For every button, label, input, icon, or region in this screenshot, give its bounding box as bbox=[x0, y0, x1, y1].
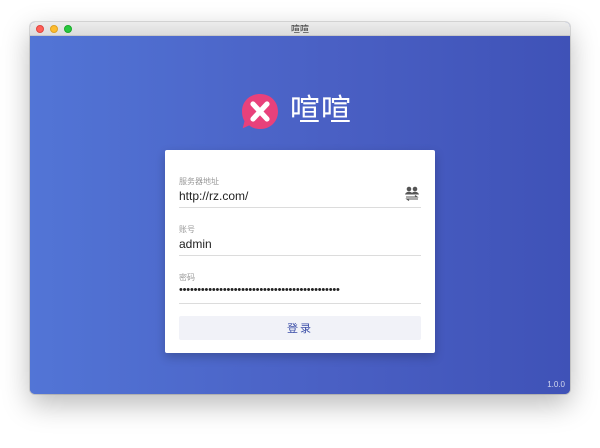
password-label: 密码 bbox=[179, 273, 195, 282]
server-address-field[interactable]: 服务器地址 http://rz.com/ bbox=[179, 176, 421, 208]
version-label: 1.0.0 bbox=[547, 380, 565, 389]
account-field[interactable]: 账号 admin bbox=[179, 224, 421, 256]
password-input[interactable]: ••••••••••••••••••••••••••••••••••••••••… bbox=[179, 284, 340, 296]
login-card: 服务器地址 http://rz.com/ 账号 admin 密码 •••••••… bbox=[165, 150, 435, 353]
login-screen: 喧喧 服务器地址 http://rz.com/ 账号 admin 密码 ••••… bbox=[30, 36, 570, 394]
title-bar[interactable]: 喧喧 bbox=[30, 22, 570, 36]
password-field[interactable]: 密码 •••••••••••••••••••••••••••••••••••••… bbox=[179, 272, 421, 304]
brand: 喧喧 bbox=[240, 92, 360, 132]
brand-name: 喧喧 bbox=[290, 94, 352, 127]
account-label: 账号 bbox=[179, 225, 195, 234]
window-title: 喧喧 bbox=[290, 24, 309, 34]
account-input[interactable]: admin bbox=[179, 237, 212, 251]
server-address-label: 服务器地址 bbox=[179, 177, 219, 186]
server-address-input[interactable]: http://rz.com/ bbox=[179, 189, 248, 203]
user-switch-icon[interactable] bbox=[403, 185, 421, 201]
login-button[interactable]: 登录 bbox=[179, 316, 421, 340]
chat-x-icon bbox=[242, 94, 278, 129]
app-window: 喧喧 喧喧 服务器地址 http://rz.com/ 账号 admin 密码 •… bbox=[30, 22, 570, 394]
